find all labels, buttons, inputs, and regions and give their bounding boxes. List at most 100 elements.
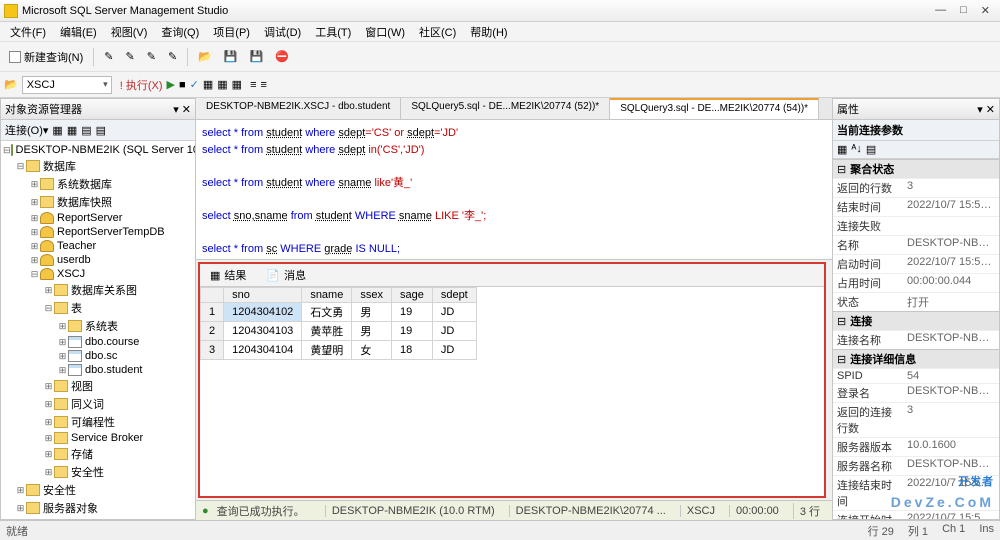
tree-tables[interactable]: ⊟表 — [1, 299, 195, 317]
minimize-button[interactable]: — — [935, 4, 946, 17]
menu-query[interactable]: 查询(Q) — [155, 22, 205, 42]
stop-button[interactable]: ⛔ — [270, 47, 294, 66]
tree-item[interactable]: ⊞视图 — [1, 377, 195, 395]
toolbar2-icon-a[interactable]: ▦ — [203, 78, 213, 91]
results-area: ▦结果 📄消息 snosnamessexsagesdept 1120430410… — [198, 262, 826, 498]
panel-pin-icon[interactable]: ▾ ✕ — [173, 103, 191, 116]
menu-window[interactable]: 窗口(W) — [359, 22, 411, 42]
new-query-icon — [9, 51, 21, 63]
tree-item[interactable]: ⊞ReportServer — [1, 211, 195, 225]
tree-item[interactable]: ⊞复制 — [1, 517, 195, 519]
menu-community[interactable]: 社区(C) — [413, 22, 462, 42]
toolbar-icon-4[interactable]: ✎ — [163, 47, 182, 66]
close-button[interactable]: ✕ — [981, 4, 990, 17]
properties-panel: 属性▾ ✕ 当前连接参数 ▦ ᴬ↓ ▤ ⊟聚合状态 返回的行数3 结束时间202… — [832, 98, 1000, 520]
tree-item[interactable]: ⊞Service Broker — [1, 431, 195, 445]
toolbar2-icon-d[interactable]: ≡ — [250, 79, 256, 91]
toolbar-icon-2[interactable]: ✎ — [121, 47, 140, 66]
status-message: 查询已成功执行。 — [217, 503, 305, 519]
success-icon: ● — [202, 505, 209, 517]
database-selector[interactable]: XSCJ — [22, 76, 112, 94]
menu-tools[interactable]: 工具(T) — [309, 22, 357, 42]
save-all-button[interactable]: 💾 — [245, 47, 269, 66]
grid-icon: ▦ — [210, 269, 220, 282]
server-node[interactable]: ⊟DESKTOP-NBME2IK (SQL Server 10.0.160 — [1, 143, 195, 157]
prop-category[interactable]: ⊟连接 — [833, 311, 999, 330]
open-button[interactable]: 📂 — [193, 47, 217, 66]
stop-debug-button[interactable]: ■ — [179, 79, 186, 91]
prop-category[interactable]: ⊟连接详细信息 — [833, 349, 999, 368]
status-db: XSCJ — [680, 505, 721, 517]
app-status-bar: 就绪 行 29 列 1 Ch 1 Ins — [0, 520, 1000, 540]
sql-editor[interactable]: select * from student where sdept='CS' o… — [196, 120, 832, 260]
tree-item[interactable]: ⊞系统表 — [1, 317, 195, 335]
tab-query5[interactable]: SQLQuery5.sql - DE...ME2IK\20774 (52))* — [401, 98, 610, 119]
oe-tool-2[interactable]: ▦ — [67, 124, 77, 137]
menu-view[interactable]: 视图(V) — [105, 22, 154, 42]
status-rows: 3 行 — [793, 503, 826, 519]
document-tabs: DESKTOP-NBME2IK.XSCJ - dbo.student SQLQu… — [196, 98, 832, 120]
menu-file[interactable]: 文件(F) — [4, 22, 52, 42]
messages-tab[interactable]: 📄消息 — [256, 264, 316, 286]
execute-button[interactable]: ! 执行(X) — [120, 77, 163, 93]
tab-table[interactable]: DESKTOP-NBME2IK.XSCJ - dbo.student — [196, 98, 401, 119]
tree-item[interactable]: ⊞Teacher — [1, 239, 195, 253]
table-node[interactable]: ⊞dbo.student — [1, 363, 195, 377]
object-explorer-tree[interactable]: ⊟DESKTOP-NBME2IK (SQL Server 10.0.160 ⊟数… — [1, 141, 195, 519]
app-title: Microsoft SQL Server Management Studio — [22, 5, 228, 17]
sql-editor-toolbar: 📂 XSCJ ! 执行(X) ▶ ■ ✓ ▦ ▦ ▦ ≡ ≡ — [0, 72, 1000, 98]
tree-item[interactable]: ⊞安全性 — [1, 481, 195, 499]
menu-help[interactable]: 帮助(H) — [464, 22, 513, 42]
tree-item[interactable]: ⊞数据库关系图 — [1, 281, 195, 299]
connect-button[interactable]: 连接(O)▾ — [5, 122, 48, 138]
toolbar2-icon-b[interactable]: ▦ — [217, 78, 227, 91]
oe-tool-4[interactable]: ▤ — [96, 124, 106, 137]
tree-xscj[interactable]: ⊟XSCJ — [1, 267, 195, 281]
panel-close-icon[interactable]: ▾ ✕ — [977, 103, 995, 116]
table-node[interactable]: ⊞dbo.sc — [1, 349, 195, 363]
tree-item[interactable]: ⊞同义词 — [1, 395, 195, 413]
database-selector-value: XSCJ — [27, 79, 55, 91]
status-ready: 就绪 — [6, 523, 28, 539]
standard-toolbar: 新建查询(N) ✎ ✎ ✎ ✎ 📂 💾 💾 ⛔ — [0, 42, 1000, 72]
app-icon — [4, 4, 18, 18]
title-bar: Microsoft SQL Server Management Studio —… — [0, 0, 1000, 22]
prop-category[interactable]: ⊟聚合状态 — [833, 159, 999, 178]
menu-project[interactable]: 项目(P) — [207, 22, 256, 42]
tree-item[interactable]: ⊞服务器对象 — [1, 499, 195, 517]
tab-query3[interactable]: SQLQuery3.sql - DE...ME2IK\20774 (54))* — [610, 98, 819, 119]
databases-node[interactable]: ⊟数据库 — [1, 157, 195, 175]
status-server: DESKTOP-NBME2IK (10.0 RTM) — [325, 505, 501, 517]
toolbar-icon-1[interactable]: ✎ — [99, 47, 118, 66]
results-grid[interactable]: snosnamessexsagesdept 11204304102石文勇男19J… — [200, 287, 477, 360]
oe-tool-1[interactable]: ▦ — [52, 124, 62, 137]
menu-debug[interactable]: 调试(D) — [258, 22, 307, 42]
prop-tool-sort[interactable]: ᴬ↓ — [851, 143, 861, 156]
toolbar2-icon-c[interactable]: ▦ — [232, 78, 242, 91]
status-time: 00:00:00 — [729, 505, 785, 517]
tree-item[interactable]: ⊞ReportServerTempDB — [1, 225, 195, 239]
debug-button[interactable]: ▶ — [167, 78, 175, 91]
tree-item[interactable]: ⊞数据库快照 — [1, 193, 195, 211]
maximize-button[interactable]: □ — [960, 4, 967, 17]
menu-edit[interactable]: 编辑(E) — [54, 22, 103, 42]
properties-header: 当前连接参数 — [837, 122, 903, 138]
menu-bar: 文件(F) 编辑(E) 视图(V) 查询(Q) 项目(P) 调试(D) 工具(T… — [0, 22, 1000, 42]
prop-tool-page[interactable]: ▤ — [866, 143, 876, 156]
toolbar2-icon-e[interactable]: ≡ — [260, 79, 266, 91]
new-query-button[interactable]: 新建查询(N) — [4, 46, 88, 68]
prop-tool-cat[interactable]: ▦ — [837, 143, 847, 156]
tree-item[interactable]: ⊞可编程性 — [1, 413, 195, 431]
tree-item[interactable]: ⊞userdb — [1, 253, 195, 267]
tree-item[interactable]: ⊞系统数据库 — [1, 175, 195, 193]
table-node[interactable]: ⊞dbo.course — [1, 335, 195, 349]
oe-tool-3[interactable]: ▤ — [81, 124, 91, 137]
save-button[interactable]: 💾 — [219, 47, 243, 66]
tree-item[interactable]: ⊞安全性 — [1, 463, 195, 481]
table-row: 11204304102石文勇男19JD — [201, 303, 477, 322]
toolbar-icon-3[interactable]: ✎ — [142, 47, 161, 66]
tree-item[interactable]: ⊞存储 — [1, 445, 195, 463]
db-icon[interactable]: 📂 — [4, 78, 18, 91]
parse-button[interactable]: ✓ — [190, 78, 199, 91]
results-tab[interactable]: ▦结果 — [200, 264, 256, 286]
